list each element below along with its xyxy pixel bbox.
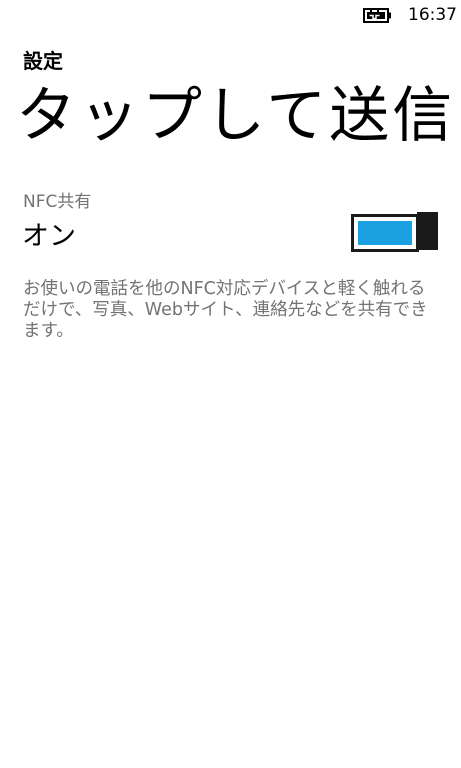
nfc-toggle-switch[interactable] bbox=[351, 212, 438, 252]
page-title: タップして送信 bbox=[16, 81, 456, 151]
nfc-description: お使いの電話を他のNFC対応デバイスと軽く触れるだけで、写真、Webサイト、連絡… bbox=[23, 279, 428, 341]
battery-charging-icon bbox=[363, 7, 393, 24]
status-bar: 16:37 bbox=[0, 0, 461, 32]
toggle-fill bbox=[358, 221, 412, 245]
nfc-state-text: オン bbox=[22, 221, 76, 252]
toggle-track bbox=[351, 214, 419, 252]
nfc-setting-label: NFC共有 bbox=[23, 192, 92, 212]
status-clock: 16:37 bbox=[408, 5, 457, 25]
app-title: 設定 bbox=[23, 49, 63, 73]
toggle-thumb[interactable] bbox=[417, 212, 438, 250]
